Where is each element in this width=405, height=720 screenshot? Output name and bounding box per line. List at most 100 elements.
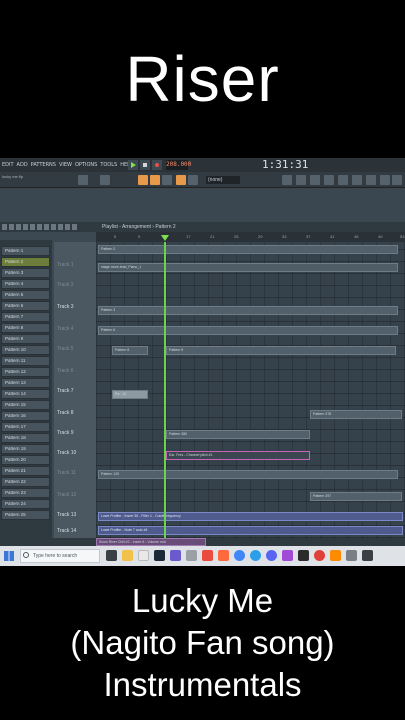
pattern-item[interactable]: Pattern 9 — [1, 334, 50, 344]
mixer-icon[interactable] — [324, 175, 334, 185]
pattern-item[interactable]: Pattern 12 — [1, 367, 50, 377]
pattern-item[interactable]: Pattern 16 — [1, 411, 50, 421]
pattern-item[interactable]: Pattern 22 — [1, 477, 50, 487]
pattern-item[interactable]: Pattern 8 — [1, 323, 50, 333]
draw-icon[interactable] — [150, 175, 160, 185]
automation-clip[interactable]: Snow River Chill #2 - Insert 6 - Volume … — [96, 538, 206, 546]
pattern-item[interactable]: Pattern 24 — [1, 499, 50, 509]
snap-icon[interactable] — [72, 224, 77, 230]
playhead-marker[interactable] — [161, 235, 169, 241]
pattern-clip[interactable]: Pa.. 12 — [112, 390, 148, 399]
pattern-clip[interactable]: Pattern 129 — [98, 470, 398, 479]
channel-rack-icon[interactable] — [310, 175, 320, 185]
pattern-item[interactable]: Pattern 11 — [1, 356, 50, 366]
track-label[interactable]: Track 4 — [54, 326, 96, 332]
menu-edit[interactable]: EDIT — [2, 162, 14, 168]
taskbar-search-input[interactable]: Type here to search — [20, 549, 100, 563]
pattern-item[interactable]: Pattern 6 — [1, 301, 50, 311]
steam-icon[interactable] — [154, 550, 165, 561]
pattern-selector[interactable]: (none) — [206, 176, 240, 184]
menu-view[interactable]: VIEW — [59, 162, 72, 168]
play-button[interactable] — [128, 160, 138, 170]
track-label[interactable]: Track 5 — [54, 346, 96, 352]
task-view-icon[interactable] — [106, 550, 117, 561]
discord-icon[interactable] — [266, 550, 277, 561]
pattern-mode-icon[interactable] — [78, 175, 88, 185]
edge-icon[interactable] — [250, 550, 261, 561]
pattern-item[interactable]: Pattern 3 — [1, 268, 50, 278]
app-icon[interactable] — [346, 550, 357, 561]
pattern-item[interactable]: Pattern 15 — [1, 400, 50, 410]
delete-icon[interactable] — [23, 224, 28, 230]
pencil-icon[interactable] — [9, 224, 14, 230]
tempo-icon[interactable] — [366, 175, 376, 185]
chrome-icon[interactable] — [234, 550, 245, 561]
pattern-item[interactable]: Pattern 10 — [1, 345, 50, 355]
stop-button[interactable] — [140, 160, 150, 170]
paint-icon[interactable] — [162, 175, 172, 185]
audio-clip[interactable]: stage-more-lead_Piano_1 — [98, 263, 398, 272]
pattern-item[interactable]: Pattern 17 — [1, 422, 50, 432]
pattern-clip[interactable]: Pattern 397 — [310, 492, 402, 501]
menu-patterns[interactable]: PATTERNS — [31, 162, 56, 168]
arrow-icon[interactable] — [2, 224, 7, 230]
close-icon[interactable] — [392, 175, 402, 185]
pattern-item[interactable]: Pattern 25 — [1, 510, 50, 520]
track-label[interactable]: Track 2 — [54, 282, 96, 288]
pattern-item[interactable]: Pattern 14 — [1, 389, 50, 399]
pattern-item[interactable]: Pattern 1 — [1, 246, 50, 256]
timeline-ruler[interactable]: 5 9 13 17 21 25 29 33 37 41 45 49 53 — [96, 232, 405, 242]
pattern-item[interactable]: Pattern 5 — [1, 290, 50, 300]
app-icon[interactable] — [362, 550, 373, 561]
browser-icon[interactable] — [338, 175, 348, 185]
app-icon[interactable] — [282, 550, 293, 561]
pattern-clip[interactable]: Pattern 3 — [98, 306, 398, 315]
brush-icon[interactable] — [16, 224, 21, 230]
menu-tools[interactable]: TOOLS — [100, 162, 117, 168]
app-icon[interactable] — [330, 550, 341, 561]
pattern-item[interactable]: Pattern 21 — [1, 466, 50, 476]
pattern-item[interactable]: Pattern 19 — [1, 444, 50, 454]
app-icon[interactable] — [170, 550, 181, 561]
pattern-item[interactable]: Pattern 4 — [1, 279, 50, 289]
piano-roll-icon[interactable] — [296, 175, 306, 185]
playback-icon[interactable] — [65, 224, 70, 230]
track-label[interactable]: Track 11 — [54, 470, 96, 476]
automation-clip[interactable]: Lowe Profiler - Note 7 auto #4 — [98, 526, 403, 535]
app-icon[interactable] — [314, 550, 325, 561]
track-label[interactable]: Track 9 — [54, 430, 96, 436]
slice-icon[interactable] — [44, 224, 49, 230]
pattern-clip[interactable]: Pattern 380 — [166, 430, 310, 439]
playlist-grid[interactable]: Pattern 2 stage-more-lead_Piano_1 Patter… — [96, 242, 405, 538]
track-label[interactable]: Track 6 — [54, 368, 96, 374]
zoom-icon[interactable] — [58, 224, 63, 230]
track-label[interactable]: Track 3 — [54, 304, 96, 310]
windows-start-icon[interactable] — [4, 551, 14, 561]
fl-studio-icon[interactable] — [218, 550, 229, 561]
pattern-item[interactable]: Pattern 20 — [1, 455, 50, 465]
master-volume-icon[interactable] — [100, 175, 110, 185]
pattern-item[interactable]: Pattern 18 — [1, 433, 50, 443]
store-icon[interactable] — [138, 550, 149, 561]
app-icon[interactable] — [298, 550, 309, 561]
pattern-item-selected[interactable]: Pattern 2 — [1, 257, 50, 267]
select-icon[interactable] — [188, 175, 198, 185]
settings-icon[interactable] — [380, 175, 390, 185]
track-label[interactable]: Track 1 — [54, 262, 96, 268]
plugin-icon[interactable] — [352, 175, 362, 185]
mute-icon[interactable] — [30, 224, 35, 230]
pattern-item[interactable]: Pattern 23 — [1, 488, 50, 498]
automation-clip[interactable]: Ear. Fres - Channel pitch #1 — [166, 451, 310, 460]
file-explorer-icon[interactable] — [122, 550, 133, 561]
automation-clip[interactable]: Lowe Profiler - Insert 36 - Filter 1 - C… — [98, 512, 403, 521]
pattern-clip[interactable]: Pattern 2 — [98, 245, 398, 254]
playlist-icon[interactable] — [282, 175, 292, 185]
track-label[interactable]: Track 12 — [54, 492, 96, 498]
track-label[interactable]: Track 8 — [54, 410, 96, 416]
slip-icon[interactable] — [37, 224, 42, 230]
track-label[interactable]: Track 7 — [54, 388, 96, 394]
pattern-clip[interactable]: Pattern 378 — [310, 410, 402, 419]
record-button[interactable] — [152, 160, 162, 170]
menu-options[interactable]: OPTIONS — [75, 162, 97, 168]
pattern-item[interactable]: Pattern 13 — [1, 378, 50, 388]
